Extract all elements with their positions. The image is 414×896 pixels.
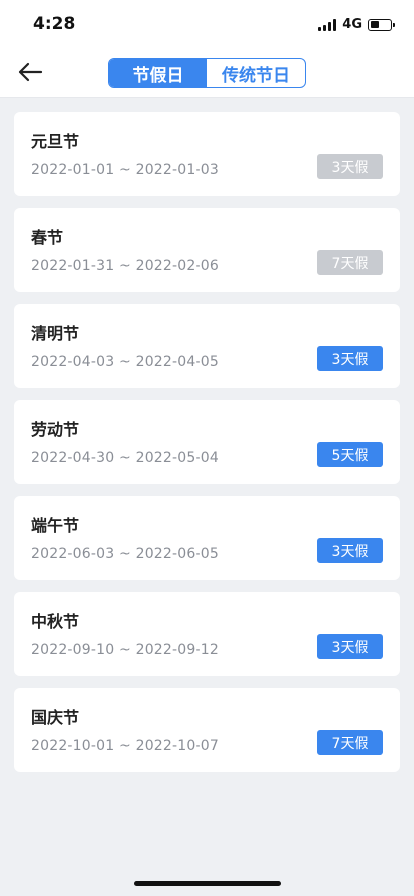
holiday-date-range: 2022-04-30 ~ 2022-05-04 <box>31 450 219 466</box>
days-off-badge: 7天假 <box>317 730 383 755</box>
status-time: 4:28 <box>33 14 76 34</box>
holiday-card[interactable]: 国庆节 2022-10-01 ~ 2022-10-07 7天假 <box>14 688 400 772</box>
holiday-card[interactable]: 春节 2022-01-31 ~ 2022-02-06 7天假 <box>14 208 400 292</box>
days-off-badge: 3天假 <box>317 154 383 179</box>
status-bar: 4:28 4G <box>0 0 414 48</box>
holiday-card[interactable]: 端午节 2022-06-03 ~ 2022-06-05 3天假 <box>14 496 400 580</box>
holiday-name: 春节 <box>31 228 64 247</box>
holiday-name: 劳动节 <box>31 420 80 439</box>
holiday-date-range: 2022-04-03 ~ 2022-04-05 <box>31 354 219 370</box>
holiday-date-range: 2022-06-03 ~ 2022-06-05 <box>31 546 219 562</box>
network-type: 4G <box>342 17 362 32</box>
holiday-card[interactable]: 元旦节 2022-01-01 ~ 2022-01-03 3天假 <box>14 112 400 196</box>
days-off-badge: 5天假 <box>317 442 383 467</box>
tab-statutory-holidays[interactable]: 节假日 <box>109 59 207 87</box>
holiday-card[interactable]: 中秋节 2022-09-10 ~ 2022-09-12 3天假 <box>14 592 400 676</box>
days-off-badge: 7天假 <box>317 250 383 275</box>
days-off-badge: 3天假 <box>317 634 383 659</box>
signal-icon <box>318 18 337 31</box>
status-indicators: 4G <box>318 17 395 32</box>
holiday-card[interactable]: 清明节 2022-04-03 ~ 2022-04-05 3天假 <box>14 304 400 388</box>
home-indicator <box>134 881 281 886</box>
holiday-card[interactable]: 劳动节 2022-04-30 ~ 2022-05-04 5天假 <box>14 400 400 484</box>
holiday-date-range: 2022-01-31 ~ 2022-02-06 <box>31 258 219 274</box>
holiday-name: 清明节 <box>31 324 80 343</box>
holiday-name: 元旦节 <box>31 132 80 151</box>
battery-icon <box>368 18 395 31</box>
battery-level-fill <box>370 21 380 28</box>
holiday-type-switch: 节假日 传统节日 <box>108 58 306 88</box>
holiday-date-range: 2022-09-10 ~ 2022-09-12 <box>31 642 219 658</box>
days-off-badge: 3天假 <box>317 538 383 563</box>
tab-traditional-festivals[interactable]: 传统节日 <box>207 59 305 87</box>
nav-bar: 节假日 传统节日 <box>0 48 414 98</box>
holiday-date-range: 2022-01-01 ~ 2022-01-03 <box>31 162 219 178</box>
holiday-name: 国庆节 <box>31 708 80 727</box>
holiday-date-range: 2022-10-01 ~ 2022-10-07 <box>31 738 219 754</box>
back-button[interactable] <box>16 58 44 86</box>
days-off-badge: 3天假 <box>317 346 383 371</box>
holiday-name: 端午节 <box>31 516 80 535</box>
holiday-list: 元旦节 2022-01-01 ~ 2022-01-03 3天假 春节 2022-01-3… <box>14 112 400 784</box>
arrow-left-icon <box>18 62 43 82</box>
holiday-name: 中秋节 <box>31 612 80 631</box>
